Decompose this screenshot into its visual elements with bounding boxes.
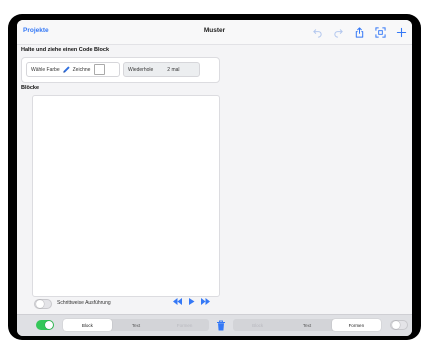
share-icon[interactable] — [353, 26, 366, 39]
repeat-label: Wiederhole — [128, 66, 154, 73]
left-panel-toggle[interactable] — [36, 320, 54, 330]
rewind-icon[interactable] — [173, 298, 182, 305]
left-segment-text[interactable]: Text — [112, 319, 161, 331]
code-block-palette: Wähle Farbe Zeichne Wiederhole 2 mal — [21, 57, 220, 83]
step-execution-toggle[interactable] — [34, 299, 52, 309]
right-panel-toggle[interactable] — [390, 320, 408, 330]
toggle-knob — [392, 321, 400, 329]
redo-icon[interactable] — [332, 26, 345, 39]
right-segment-block[interactable]: Block — [233, 319, 282, 331]
play-icon[interactable] — [187, 298, 196, 305]
repeat-block[interactable]: Wiederhole 2 mal — [123, 62, 200, 77]
right-mode-segmented-control: Block Text Formen — [233, 319, 381, 331]
qr-scan-icon[interactable] — [374, 26, 387, 39]
bottom-toolbar: Block Text Formen Block Text Formen — [17, 314, 412, 336]
choose-color-label: Wähle Farbe — [31, 66, 60, 73]
undo-icon[interactable] — [311, 26, 324, 39]
left-segment-block[interactable]: Block — [63, 319, 112, 331]
add-icon[interactable] — [395, 26, 408, 39]
draw-label: Zeichne — [72, 66, 91, 73]
blocks-heading: Blöcke — [21, 85, 40, 91]
palette-heading: Halte und ziehe einen Code Block — [21, 47, 110, 53]
right-segment-shapes[interactable]: Formen — [331, 319, 381, 331]
playback-controls — [173, 298, 210, 305]
trash-icon[interactable] — [216, 320, 226, 331]
app-screen: Projekte Muster Halte und ziehe einen Co… — [17, 20, 412, 336]
left-segment-shapes[interactable]: Formen — [160, 319, 209, 331]
repeat-count: 2 mal — [167, 66, 180, 73]
right-segment-text[interactable]: Text — [282, 319, 331, 331]
toggle-knob — [36, 300, 44, 308]
choose-color-block[interactable]: Wähle Farbe Zeichne — [26, 62, 120, 77]
left-mode-segmented-control: Block Text Formen — [63, 319, 209, 331]
fast-forward-icon[interactable] — [201, 298, 210, 305]
toggle-knob — [45, 321, 53, 329]
blocks-workspace[interactable] — [32, 95, 220, 297]
pencil-icon — [60, 65, 73, 74]
color-swatch[interactable] — [94, 64, 106, 75]
step-execution-label: Schrittweise Ausführung — [57, 300, 111, 306]
navigation-bar: Projekte Muster — [17, 20, 412, 45]
toolbar-icons — [311, 24, 408, 40]
